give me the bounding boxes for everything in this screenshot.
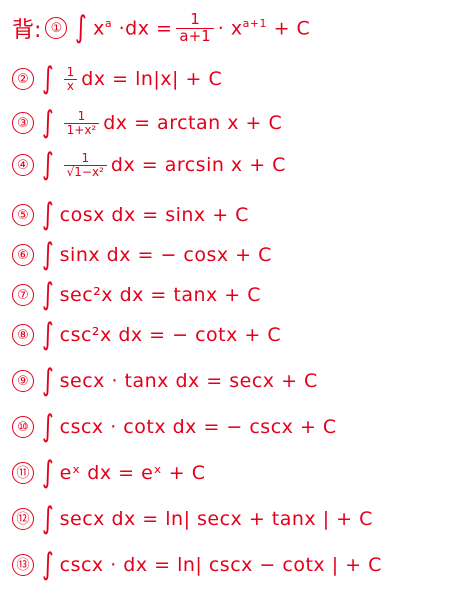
fraction: 1 1+x² bbox=[63, 110, 100, 136]
formula-text: secx dx = ln| secx + tanx | + C bbox=[59, 508, 373, 530]
formula-text: dx = arctan x + C bbox=[103, 112, 283, 134]
formula-number: ⑨ bbox=[12, 370, 34, 392]
fraction: 1 a+1 bbox=[176, 11, 214, 45]
formula-number: ⑥ bbox=[12, 244, 34, 266]
integral-sign: ∫ bbox=[75, 10, 88, 46]
formula-text: sinx dx = − cosx + C bbox=[59, 244, 272, 266]
formula-text: cscx · dx = ln| cscx − cotx | + C bbox=[59, 554, 382, 576]
integral-sign: ∫ bbox=[41, 363, 54, 398]
formula-text: secx · tanx dx = secx + C bbox=[59, 370, 318, 392]
formula-number: ⑧ bbox=[12, 324, 34, 346]
formula-number: ⑩ bbox=[12, 416, 34, 438]
formula-number: ⑬ bbox=[12, 554, 34, 576]
integral-sign: ∫ bbox=[41, 501, 54, 536]
integral-sign: ∫ bbox=[41, 147, 54, 182]
formula-row-9: ⑨ ∫ secx · tanx dx = secx + C bbox=[12, 366, 318, 396]
formula-row-8: ⑧ ∫ csc²x dx = − cotx + C bbox=[12, 320, 281, 350]
formula-row-5: ⑤ ∫ cosx dx = sinx + C bbox=[12, 200, 249, 230]
formula-text: dx = ln|x| + C bbox=[81, 68, 223, 90]
formula-text: cosx dx = sinx + C bbox=[59, 204, 249, 226]
formula-row-13: ⑬ ∫ cscx · dx = ln| cscx − cotx | + C bbox=[12, 550, 382, 580]
formula-number: ⑫ bbox=[12, 508, 34, 530]
formula-row-7: ⑦ ∫ sec²x dx = tanx + C bbox=[12, 280, 261, 310]
formula-text: sec²x dx = tanx + C bbox=[59, 284, 262, 306]
formula-number: ① bbox=[45, 17, 68, 40]
formula-number: ② bbox=[12, 68, 34, 90]
integral-sign: ∫ bbox=[41, 197, 54, 232]
formula-sheet: 背: ① ∫ xa ·dx = 1 a+1 · xa+1 + C ② ∫ 1x d… bbox=[0, 0, 473, 598]
formula-row-2: ② ∫ 1x dx = ln|x| + C bbox=[12, 64, 222, 94]
formula-text: xa ·dx = bbox=[93, 17, 173, 40]
formula-row-6: ⑥ ∫ sinx dx = − cosx + C bbox=[12, 240, 272, 270]
fraction: 1x bbox=[63, 66, 78, 92]
integral-sign: ∫ bbox=[41, 105, 54, 140]
formula-number: ⑤ bbox=[12, 204, 34, 226]
formula-text: dx = arcsin x + C bbox=[110, 154, 286, 176]
formula-text: csc²x dx = − cotx + C bbox=[59, 324, 282, 346]
integral-sign: ∫ bbox=[41, 409, 54, 444]
integral-sign: ∫ bbox=[41, 547, 54, 582]
formula-number: ③ bbox=[12, 112, 34, 134]
formula-text: cscx · cotx dx = − cscx + C bbox=[59, 416, 337, 438]
integral-sign: ∫ bbox=[41, 277, 54, 312]
formula-text: eˣ dx = eˣ + C bbox=[59, 462, 206, 484]
fraction: 1 √1−x² bbox=[63, 152, 107, 178]
integral-sign: ∫ bbox=[41, 455, 54, 490]
formula-row-11: ⑪ ∫ eˣ dx = eˣ + C bbox=[12, 458, 206, 488]
formula-number: ⑦ bbox=[12, 284, 34, 306]
formula-number: ⑪ bbox=[12, 462, 34, 484]
formula-row-4: ④ ∫ 1 √1−x² dx = arcsin x + C bbox=[12, 150, 286, 180]
integral-sign: ∫ bbox=[41, 237, 54, 272]
lead-label: 背: bbox=[12, 18, 42, 44]
integral-sign: ∫ bbox=[41, 61, 54, 96]
formula-row-3: ③ ∫ 1 1+x² dx = arctan x + C bbox=[12, 108, 282, 138]
formula-row-12: ⑫ ∫ secx dx = ln| secx + tanx | + C bbox=[12, 504, 373, 534]
formula-text: · xa+1 + C bbox=[217, 17, 311, 40]
formula-row-1: 背: ① ∫ xa ·dx = 1 a+1 · xa+1 + C bbox=[12, 10, 311, 46]
formula-row-10: ⑩ ∫ cscx · cotx dx = − cscx + C bbox=[12, 412, 337, 442]
formula-number: ④ bbox=[12, 154, 34, 176]
integral-sign: ∫ bbox=[41, 317, 54, 352]
